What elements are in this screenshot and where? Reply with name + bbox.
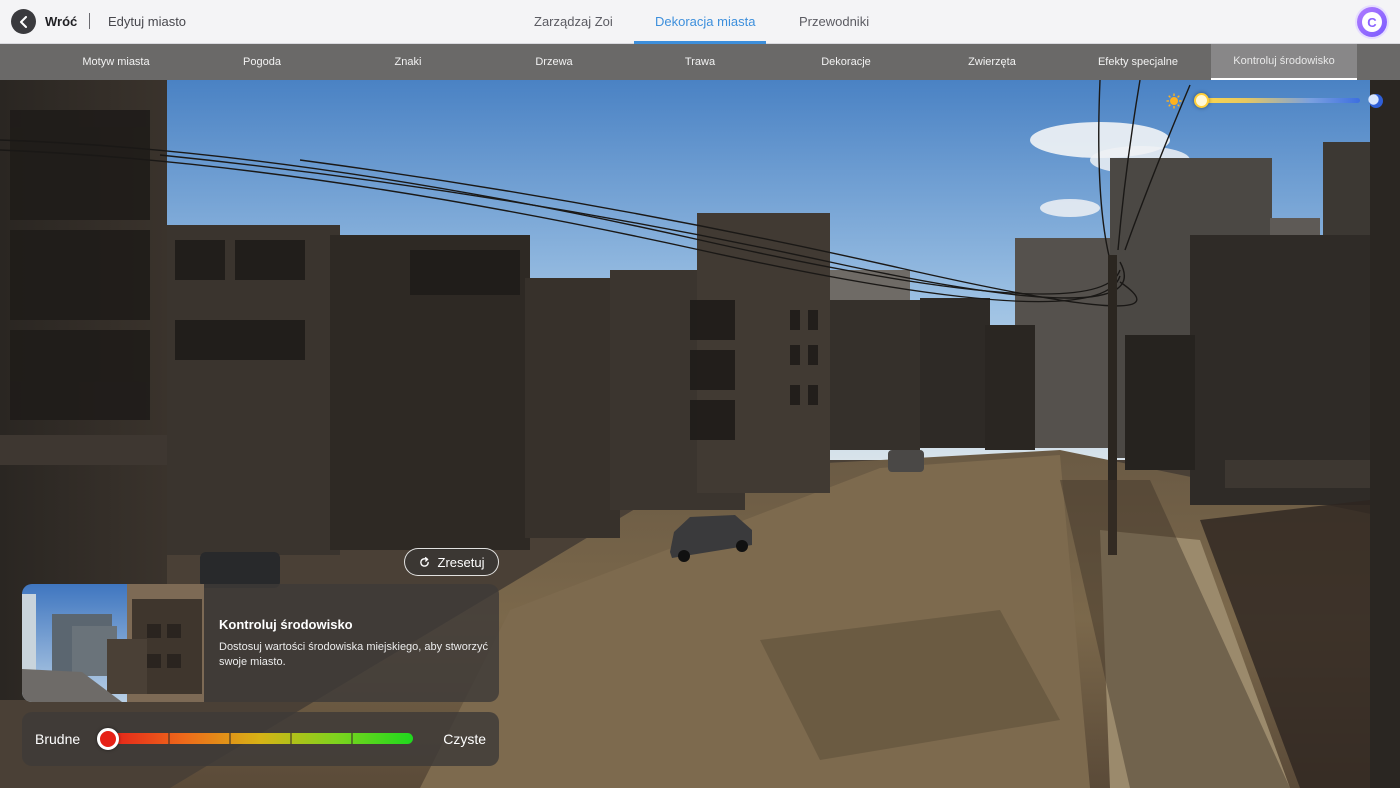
category-tab-bar: Motyw miasta Pogoda Znaki Drzewa Trawa D… bbox=[0, 44, 1400, 80]
tab-guides[interactable]: Przewodniki bbox=[799, 14, 869, 29]
slider-step-notch bbox=[229, 733, 231, 744]
subtab-weather[interactable]: Pogoda bbox=[189, 44, 335, 80]
time-of-day-thumb[interactable] bbox=[1194, 93, 1209, 108]
user-avatar-c-icon: C bbox=[1362, 12, 1382, 32]
breadcrumb-separator bbox=[89, 13, 90, 29]
tab-manage-zoi[interactable]: Zarządzaj Zoi bbox=[534, 14, 613, 29]
environment-thumbnail-image bbox=[22, 584, 204, 702]
dirty-label: Brudne bbox=[35, 731, 81, 747]
slider-step-notch bbox=[351, 733, 353, 744]
info-card-description: Dostosuj wartości środowiska miejskiego,… bbox=[219, 641, 488, 668]
subtab-signs[interactable]: Znaki bbox=[335, 44, 481, 80]
reset-button[interactable]: Zresetuj bbox=[404, 548, 499, 576]
back-button[interactable] bbox=[11, 9, 36, 34]
cleanliness-slider[interactable] bbox=[108, 733, 413, 744]
reset-label: Zresetuj bbox=[437, 554, 485, 570]
top-navigation-bar: Wróć Edytuj miasto Zarządzaj Zoi Dekorac… bbox=[0, 0, 1400, 44]
reset-icon bbox=[419, 556, 429, 567]
subtab-decorations[interactable]: Dekoracje bbox=[773, 44, 919, 80]
slider-step-notch bbox=[290, 733, 292, 744]
subtab-special-effects[interactable]: Efekty specjalne bbox=[1065, 44, 1211, 80]
sun-icon bbox=[1166, 93, 1182, 109]
info-card-title: Kontroluj środowisko bbox=[219, 617, 353, 632]
clean-label: Czyste bbox=[443, 731, 486, 747]
subtab-control-environment[interactable]: Kontroluj środowisko bbox=[1211, 44, 1357, 80]
back-label[interactable]: Wróć bbox=[45, 14, 77, 29]
cleanliness-slider-panel: Brudne Czyste bbox=[22, 712, 499, 766]
info-card: Kontroluj środowisko Dostosuj wartości ś… bbox=[22, 584, 499, 702]
avatar[interactable]: C bbox=[1357, 7, 1387, 37]
moon-icon bbox=[1368, 94, 1383, 108]
subtab-city-theme[interactable]: Motyw miasta bbox=[43, 44, 189, 80]
breadcrumb: Edytuj miasto bbox=[108, 14, 187, 29]
subtab-trees[interactable]: Drzewa bbox=[481, 44, 627, 80]
time-of-day-slider[interactable] bbox=[1196, 98, 1360, 103]
subtab-grass[interactable]: Trawa bbox=[627, 44, 773, 80]
cleanliness-slider-thumb[interactable] bbox=[97, 728, 119, 750]
subtab-animals[interactable]: Zwierzęta bbox=[919, 44, 1065, 80]
chevron-left-icon bbox=[19, 15, 27, 28]
slider-step-notch bbox=[168, 733, 170, 744]
tab-city-decoration[interactable]: Dekoracja miasta bbox=[655, 14, 755, 29]
